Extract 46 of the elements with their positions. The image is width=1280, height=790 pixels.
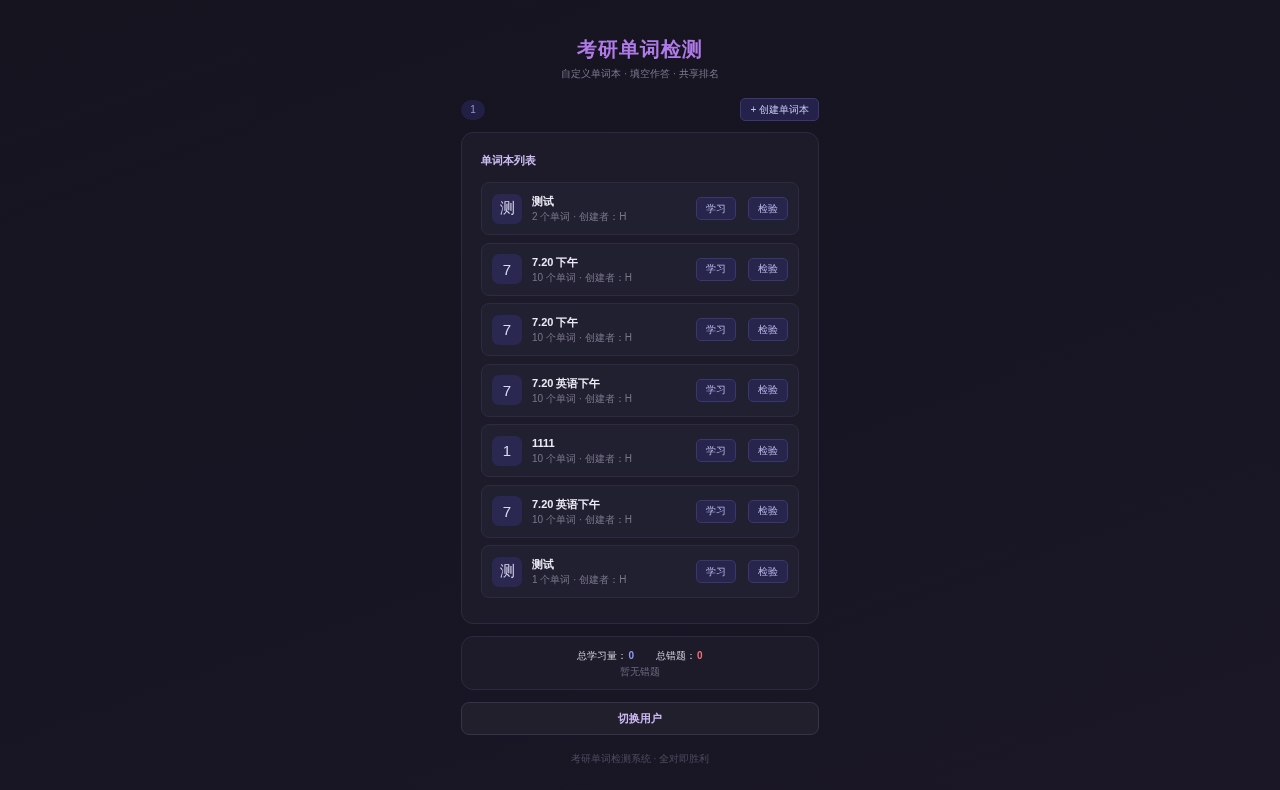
- wordbook-meta: 2 个单词 · 创建者：H: [532, 210, 627, 223]
- stat-label: 总错题：: [656, 648, 696, 662]
- test-button[interactable]: 检验: [748, 318, 788, 341]
- wordbook-meta: 10 个单词 · 创建者：H: [532, 452, 632, 465]
- wordbook-meta: 10 个单词 · 创建者：H: [532, 270, 632, 284]
- app-title: 考研单词检测: [577, 37, 703, 62]
- wordbook-meta: 10 个单词 · 创建者：H: [532, 512, 632, 526]
- app-subtitle: 自定义单词本 · 填空作答 · 共享排名: [561, 67, 719, 81]
- study-button[interactable]: 学习: [696, 439, 736, 462]
- test-button[interactable]: 检验: [748, 197, 788, 220]
- study-button[interactable]: 学习: [696, 197, 736, 220]
- study-button[interactable]: 学习: [696, 560, 736, 583]
- wordbook-name: 7.20 下午: [532, 315, 579, 329]
- study-button[interactable]: 学习: [696, 318, 736, 341]
- study-button[interactable]: 学习: [696, 499, 736, 523]
- stat-value: 0: [697, 648, 703, 662]
- test-button[interactable]: 检验: [748, 439, 788, 462]
- wordbook-name: 测试: [532, 557, 554, 571]
- panel-title: 单词本列表: [481, 153, 536, 168]
- count-badge: 1: [461, 99, 485, 120]
- wordbook-name: 7.20 英语下午: [532, 375, 601, 390]
- empty-mistakes-text: 暂无错题: [620, 664, 660, 678]
- wordbook-name: 7.20 下午: [532, 254, 579, 269]
- test-button[interactable]: 检验: [748, 499, 788, 523]
- create-wordbook-button[interactable]: + 创建单词本: [740, 98, 819, 121]
- wordbook-meta: 10 个单词 · 创建者：H: [532, 331, 632, 344]
- wordbook-avatar: 测: [492, 193, 522, 224]
- wordbook-meta: 10 个单词 · 创建者：H: [532, 391, 632, 405]
- stat-label: 总学习量：: [577, 648, 628, 662]
- wordbook-avatar: 测: [492, 556, 522, 587]
- test-button[interactable]: 检验: [748, 378, 788, 402]
- wordbook-name: 1111: [532, 436, 555, 450]
- wordbook-name: 测试: [532, 194, 554, 208]
- wordbook-avatar: 7: [492, 375, 522, 405]
- test-button[interactable]: 检验: [748, 560, 788, 583]
- test-button[interactable]: 检验: [748, 257, 788, 281]
- wordbook-avatar: 7: [492, 254, 522, 284]
- wordbook-avatar: 7: [492, 314, 522, 345]
- study-button[interactable]: 学习: [696, 378, 736, 402]
- study-button[interactable]: 学习: [696, 257, 736, 281]
- wordbook-name: 7.20 英语下午: [532, 496, 601, 511]
- wordbook-avatar: 1: [492, 435, 522, 466]
- wordbook-meta: 1 个单词 · 创建者：H: [532, 573, 627, 586]
- wordbook-avatar: 7: [492, 496, 522, 526]
- stat-value: 0: [628, 648, 634, 662]
- switch-user-button[interactable]: 切换用户: [461, 702, 819, 735]
